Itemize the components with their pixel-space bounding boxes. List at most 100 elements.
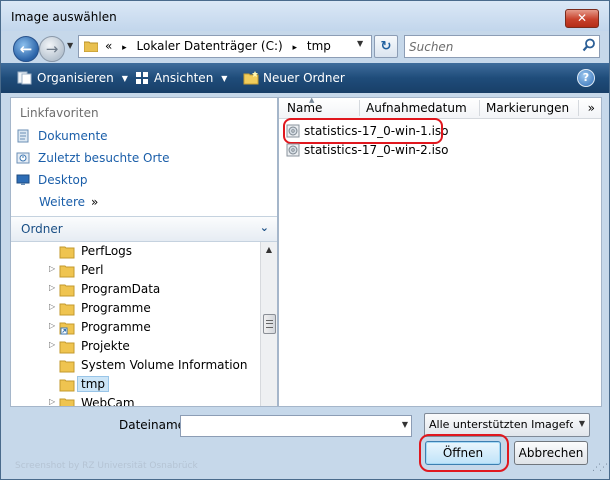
address-bar[interactable]: « ▸ Lokaler Datenträger (C:) ▸ tmp ▼ <box>78 35 372 58</box>
highlight-annotation <box>283 118 443 144</box>
arrow-left-icon: ← <box>19 40 33 58</box>
column-divider[interactable] <box>359 100 360 116</box>
favorite-desktop[interactable]: Desktop <box>16 173 88 187</box>
folder-icon <box>84 41 98 52</box>
more-columns-icon[interactable]: » <box>588 101 595 115</box>
watermark: Screenshot by RZ Universität Osnabrück <box>15 461 198 471</box>
favorite-recent-places[interactable]: Zuletzt besuchte Orte <box>16 151 170 165</box>
tree-item-label: Projekte <box>81 339 130 353</box>
filetype-filter-value: Alle unterstützten Imageformate <box>429 418 573 431</box>
favorites-more-label: Weitere <box>39 195 86 209</box>
tree-item-label: Programme <box>81 320 151 334</box>
organize-menu[interactable]: Organisieren ▼ <box>17 71 128 85</box>
tree-scrollbar[interactable]: ▲ <box>260 242 277 406</box>
expand-arrow-icon[interactable]: ▷ <box>49 340 55 349</box>
breadcrumb: « ▸ Lokaler Datenträger (C:) ▸ tmp <box>105 39 331 53</box>
folder-icon <box>59 379 75 392</box>
dropdown-arrow-icon: ▼ <box>121 74 128 83</box>
filename-label: Dateiname: <box>119 418 190 432</box>
favorite-label: Dokumente <box>38 129 108 143</box>
column-date-taken[interactable]: Aufnahmedatum <box>366 101 467 115</box>
search-input[interactable] <box>405 36 573 57</box>
folder-icon <box>59 246 75 259</box>
refresh-icon: ↻ <box>380 39 392 54</box>
close-button[interactable]: ✕ <box>565 9 599 28</box>
favorite-documents[interactable]: Dokumente <box>16 129 108 143</box>
tree-item-label: Perl <box>81 263 104 277</box>
history-dropdown-icon[interactable]: ▼ <box>67 41 73 50</box>
scroll-up-icon[interactable]: ▲ <box>261 242 277 258</box>
folders-header-label: Ordner <box>21 222 63 236</box>
new-folder-icon <box>243 71 259 85</box>
help-button[interactable]: ? <box>577 69 595 87</box>
folder-icon <box>59 360 75 373</box>
favorites-more[interactable]: Weitere » <box>39 195 98 209</box>
navigation-pane: Linkfavoriten Dokumente Zuletzt besuchte… <box>10 97 278 407</box>
expand-arrow-icon[interactable]: ▷ <box>49 283 55 292</box>
column-divider[interactable] <box>479 100 480 116</box>
resize-grip-icon[interactable]: ⋰⋰ <box>592 463 608 473</box>
expand-arrow-icon[interactable]: ▷ <box>49 264 55 273</box>
tree-item-label: ProgramData <box>81 282 161 296</box>
column-name[interactable]: Name <box>287 101 322 115</box>
favorite-label: Zuletzt besuchte Orte <box>38 151 170 165</box>
folder-icon <box>59 303 75 316</box>
organize-icon <box>17 71 32 85</box>
command-toolbar: Organisieren ▼ Ansichten ▼ Neuer Ordner ? <box>1 63 609 93</box>
refresh-button[interactable]: ↻ <box>374 35 398 58</box>
filename-input[interactable] <box>181 416 399 436</box>
views-menu[interactable]: Ansichten ▼ <box>135 71 227 85</box>
chevron-down-icon[interactable]: ⌄ <box>260 221 269 234</box>
tree-item-label: PerfLogs <box>81 244 133 258</box>
new-folder-label: Neuer Ordner <box>263 71 345 85</box>
filename-combobox[interactable]: ▼ <box>180 415 412 437</box>
folder-icon <box>59 265 75 278</box>
expand-arrow-icon[interactable]: ▷ <box>49 321 55 330</box>
address-dropdown-icon[interactable]: ▼ <box>357 39 369 48</box>
cancel-button[interactable]: Abbrechen <box>514 441 588 465</box>
views-label: Ansichten <box>154 71 214 85</box>
chevron-double-right-icon: » <box>91 195 99 209</box>
column-divider[interactable] <box>578 100 579 116</box>
window-title: Image auswählen <box>11 10 117 24</box>
forward-button[interactable]: → <box>39 36 65 62</box>
desktop-icon <box>16 174 30 185</box>
folder-tree: PerfLogs ▷ Perl ▷ ProgramData ▷ Programm… <box>11 242 261 406</box>
search-box[interactable] <box>404 35 600 58</box>
folder-icon <box>59 341 75 354</box>
file-open-dialog: Image auswählen ✕ ← → ▼ « ▸ Lokaler Date… <box>0 0 610 480</box>
new-folder-button[interactable]: Neuer Ordner <box>243 71 345 85</box>
chevron-down-icon[interactable]: ▼ <box>402 420 408 429</box>
chevron-down-icon: ▼ <box>578 419 585 428</box>
search-icon[interactable] <box>582 38 596 52</box>
expand-arrow-icon[interactable]: ▷ <box>49 302 55 311</box>
documents-icon <box>17 129 29 143</box>
titlebar[interactable]: Image auswählen ✕ <box>1 1 609 31</box>
breadcrumb-item-tmp[interactable]: tmp <box>307 39 331 53</box>
organize-label: Organisieren <box>37 71 114 85</box>
breadcrumb-separator-icon[interactable]: ▸ <box>293 43 298 53</box>
dropdown-arrow-icon: ▼ <box>221 74 228 83</box>
breadcrumb-overflow-icon[interactable]: « <box>105 39 112 53</box>
open-button[interactable]: Öffnen <box>425 441 501 465</box>
file-list-pane: ▲ Name Aufnahmedatum Markierungen » stat… <box>278 97 602 407</box>
favorites-header: Linkfavoriten <box>20 106 99 120</box>
tree-item-label: System Volume Information <box>81 358 248 372</box>
help-icon: ? <box>582 71 590 84</box>
scrollbar-thumb[interactable] <box>263 314 276 334</box>
breadcrumb-item-drive[interactable]: Lokaler Datenträger (C:) <box>137 39 283 53</box>
folders-header[interactable]: Ordner ⌄ <box>11 216 277 242</box>
column-header: ▲ Name Aufnahmedatum Markierungen » <box>279 98 601 119</box>
recent-places-icon <box>16 152 30 164</box>
breadcrumb-separator-icon[interactable]: ▸ <box>122 43 127 53</box>
grip-icon <box>266 320 273 328</box>
dialog-footer: Dateiname: ▼ Alle unterstützten Imagefor… <box>1 405 609 479</box>
folder-icon <box>59 284 75 297</box>
file-item[interactable]: statistics-17_0-win-2.iso <box>286 143 449 157</box>
back-button[interactable]: ← <box>13 36 39 62</box>
file-name: statistics-17_0-win-2.iso <box>304 143 449 157</box>
navigation-bar: ← → ▼ « ▸ Lokaler Datenträger (C:) ▸ tmp… <box>1 31 609 63</box>
column-tags[interactable]: Markierungen <box>486 101 569 115</box>
tree-item-label: tmp <box>77 376 110 392</box>
tree-item-label: Programme <box>81 301 151 315</box>
